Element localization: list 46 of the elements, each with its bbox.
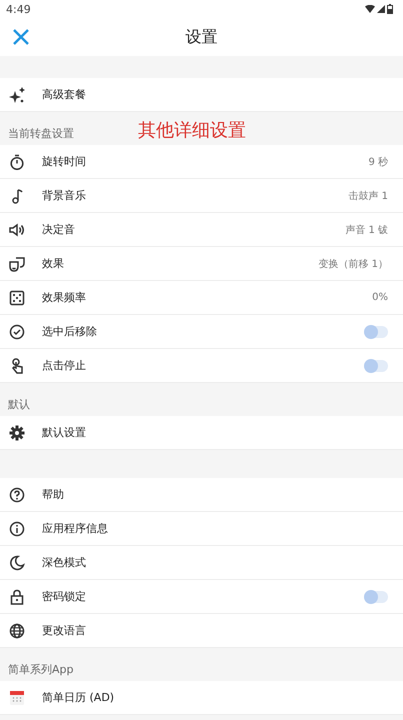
- moon-icon: [9, 554, 25, 570]
- calendar-icon: [9, 690, 25, 706]
- wifi-icon: [365, 5, 375, 13]
- settings-row[interactable]: 背景音乐 击鼓声 1: [0, 179, 403, 213]
- settings-row[interactable]: 简单日历 (AD): [0, 681, 403, 715]
- signal-icon: [377, 5, 385, 13]
- settings-row[interactable]: 深色模式: [0, 546, 403, 580]
- settings-row[interactable]: 效果 变换（前移 1）: [0, 247, 403, 281]
- settings-row[interactable]: 密码锁定: [0, 580, 403, 614]
- battery-icon: [387, 4, 393, 14]
- annotation-text: 其他详细设置: [138, 119, 246, 142]
- info-circle-icon: [9, 520, 25, 536]
- sparkle-icon: [9, 86, 25, 102]
- setting-value: 声音 1 钹: [345, 224, 388, 236]
- toggle-switch[interactable]: [366, 590, 388, 602]
- section-header: 默认: [8, 397, 30, 412]
- help-circle-icon: [9, 486, 25, 502]
- section-header: 当前转盘设置: [8, 126, 74, 141]
- settings-row[interactable]: 高级套餐: [0, 78, 403, 112]
- hand-pointer-icon: [9, 358, 25, 374]
- setting-value: 击鼓声 1: [348, 190, 388, 202]
- toggle-switch[interactable]: [366, 360, 388, 372]
- settings-row[interactable]: 旋转时间 9 秒: [0, 145, 403, 179]
- stopwatch-icon: [9, 154, 25, 170]
- settings-row[interactable]: 效果频率 0%: [0, 281, 403, 315]
- dice-icon: [9, 290, 25, 306]
- page-title: 设置: [186, 26, 218, 48]
- settings-row[interactable]: 点击停止: [0, 349, 403, 383]
- settings-row[interactable]: 默认设置: [0, 416, 403, 450]
- status-time: 4:49: [6, 2, 31, 16]
- toggle-switch[interactable]: [366, 326, 388, 338]
- check-circle-icon: [9, 324, 25, 340]
- speaker-icon: [9, 222, 25, 238]
- gear-icon: [9, 424, 25, 440]
- setting-value: 变换（前移 1）: [318, 258, 388, 270]
- settings-row[interactable]: 决定音 声音 1 钹: [0, 213, 403, 247]
- settings-row[interactable]: 选中后移除: [0, 315, 403, 349]
- settings-row[interactable]: 应用程序信息: [0, 512, 403, 546]
- section-header: 简单系列App: [8, 662, 74, 677]
- settings-row[interactable]: 更改语言: [0, 614, 403, 648]
- setting-value: 9 秒: [368, 156, 388, 168]
- close-button[interactable]: [11, 27, 31, 47]
- globe-icon: [9, 622, 25, 638]
- settings-row[interactable]: 帮助: [0, 478, 403, 512]
- padlock-icon: [9, 588, 25, 604]
- setting-value: 0%: [372, 292, 388, 303]
